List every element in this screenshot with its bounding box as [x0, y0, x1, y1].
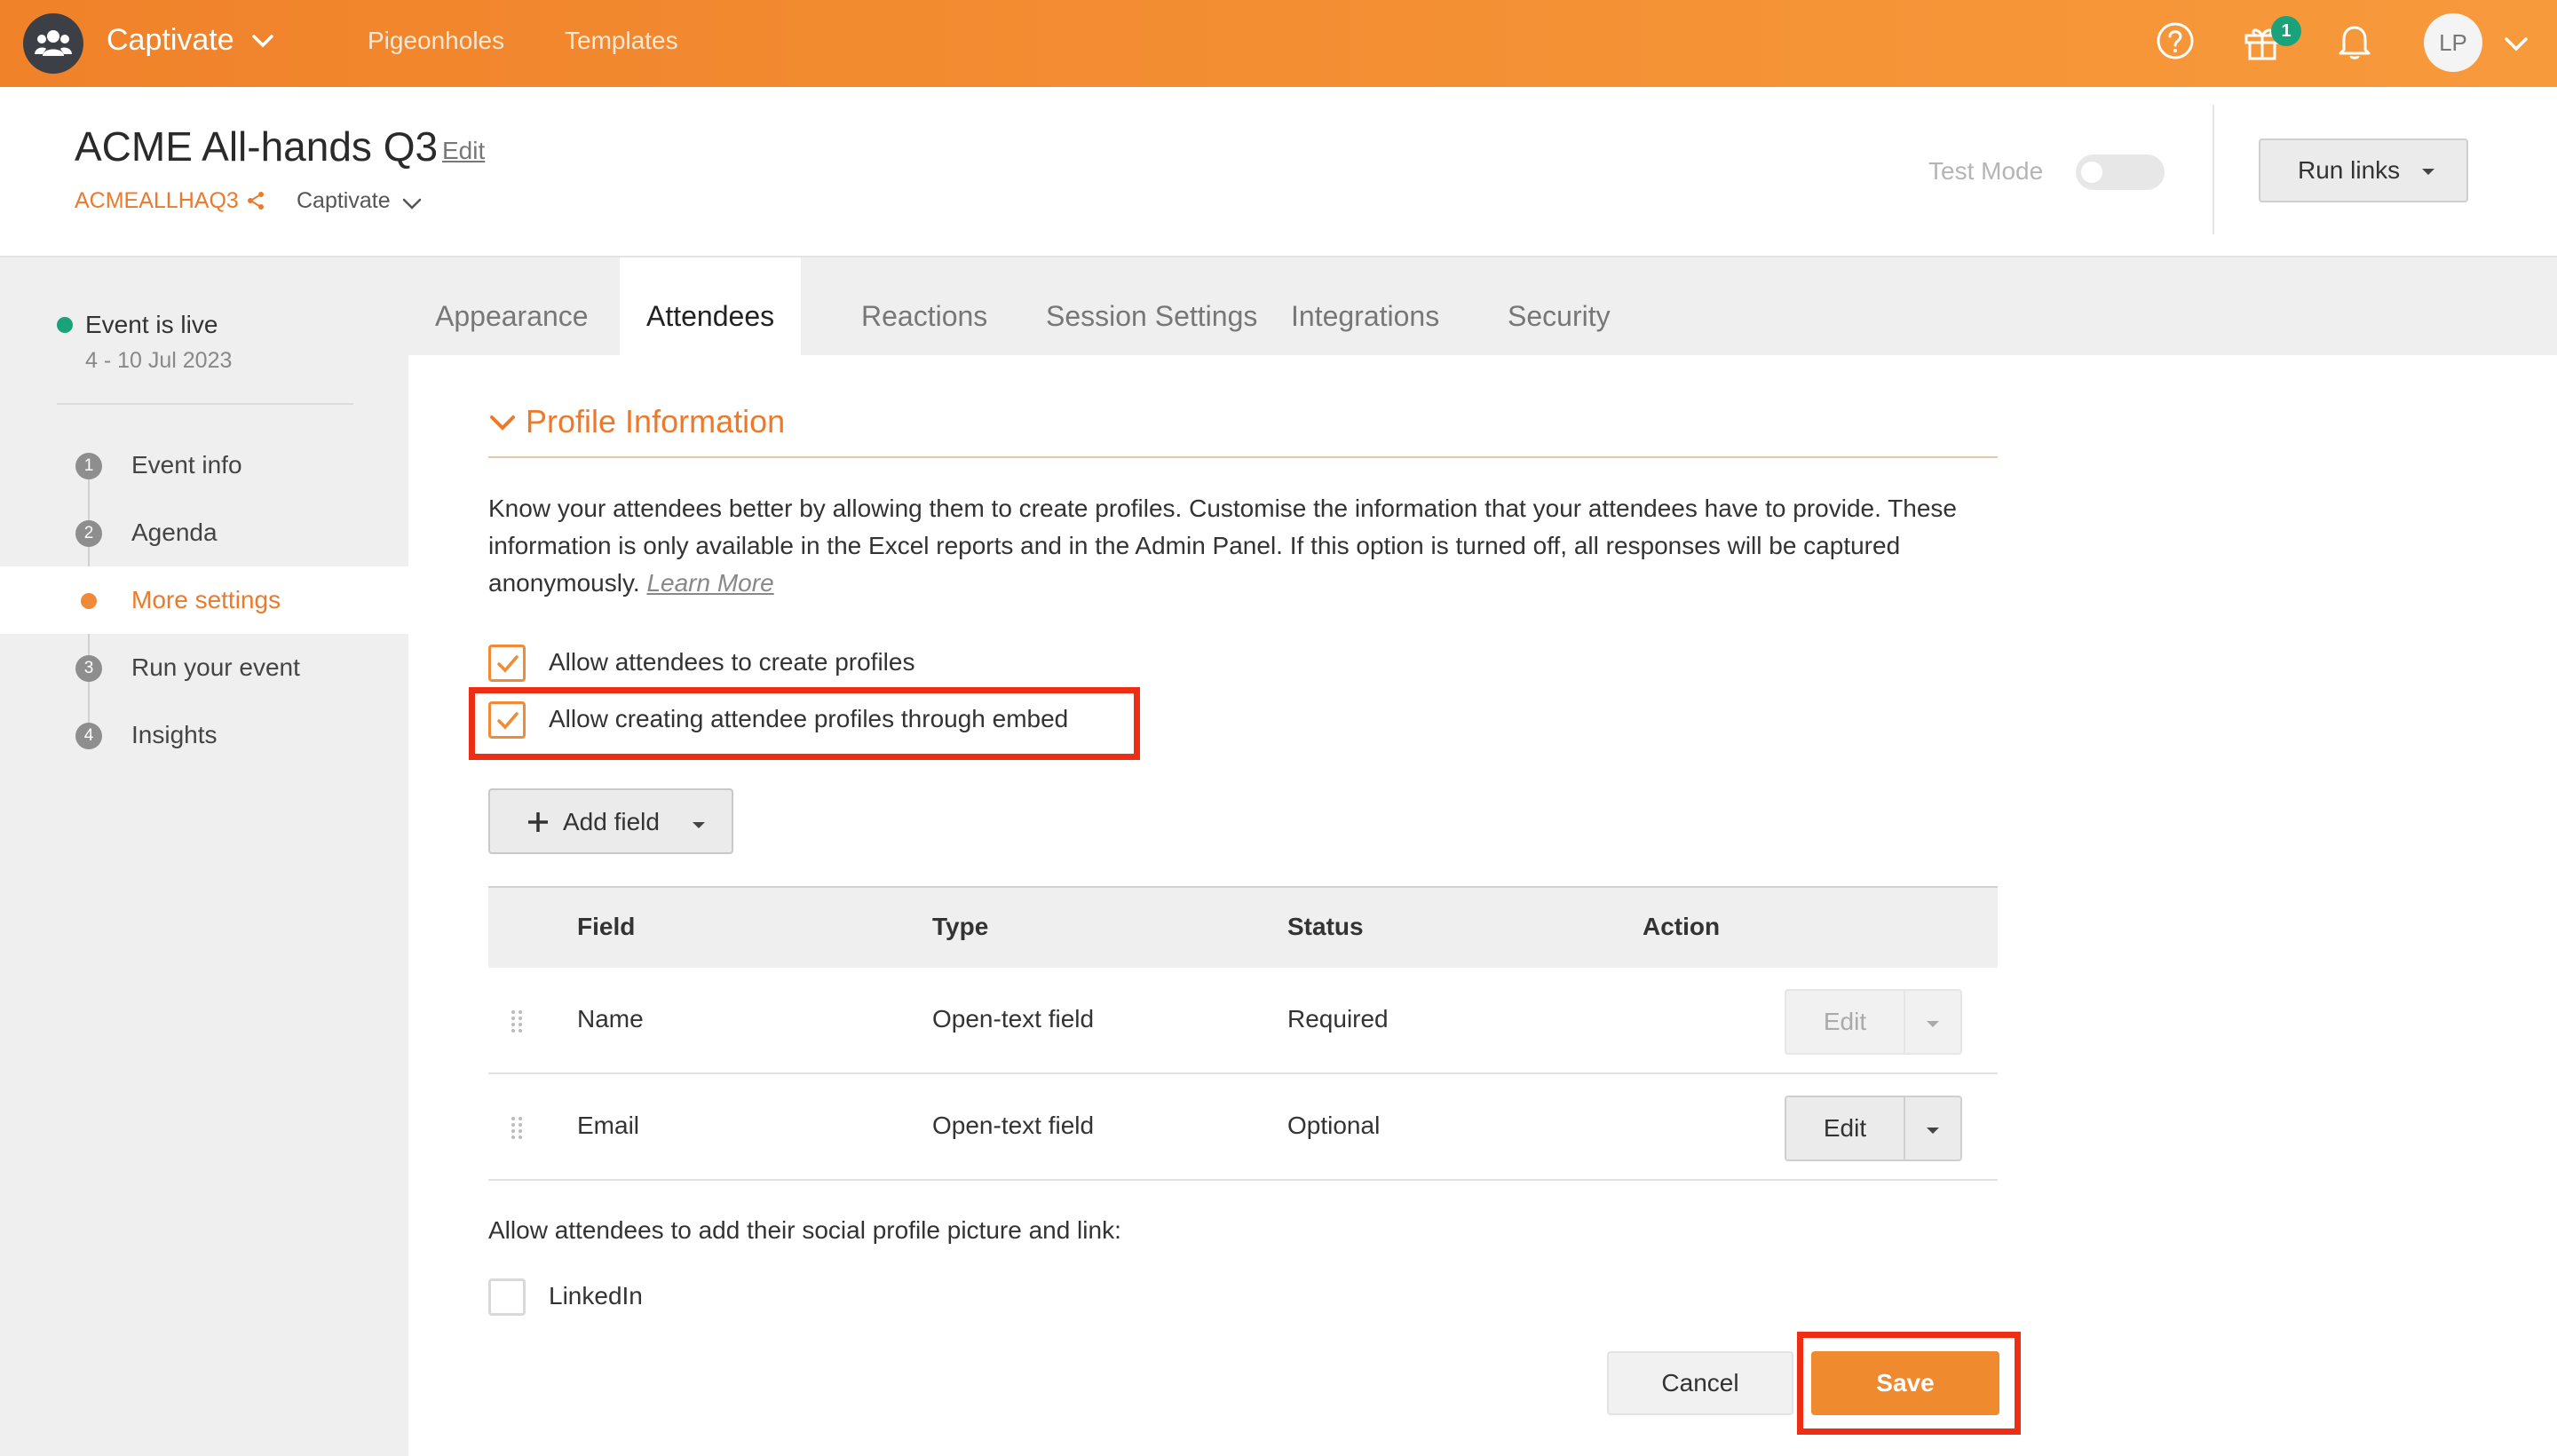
linkedin-checkbox[interactable]: [488, 1278, 526, 1316]
step-number: 2: [75, 520, 102, 547]
chevron-down-icon[interactable]: [2502, 30, 2530, 59]
sidebar-item-insights[interactable]: 4 Insights: [0, 701, 408, 769]
test-mode-label: Test Mode: [1928, 157, 2044, 185]
section-title[interactable]: Profile Information: [526, 403, 785, 440]
allow-profiles-checkbox[interactable]: [488, 645, 526, 682]
caret-down-icon: [693, 822, 705, 828]
divider: [488, 456, 1998, 458]
nav-templates[interactable]: Templates: [565, 27, 678, 55]
tab-attendees[interactable]: Attendees: [620, 257, 802, 355]
drag-handle-icon[interactable]: [510, 1009, 524, 1035]
sidebar-item-label: Event info: [131, 451, 242, 479]
social-profile-label: Allow attendees to add their social prof…: [488, 1216, 1121, 1244]
plus-icon: [528, 812, 548, 832]
highlight-box: [1797, 1332, 2021, 1435]
column-header: Status: [1287, 913, 1364, 940]
step-number: 3: [75, 655, 102, 682]
step-number: 1: [75, 453, 102, 479]
table-row: Email Open-text field Optional Edit: [488, 1074, 1998, 1181]
tab-session-settings[interactable]: Session Settings: [1019, 257, 1284, 355]
highlight-box: [469, 687, 1140, 760]
edit-split-button[interactable]: Edit: [1785, 989, 1962, 1055]
avatar[interactable]: LP: [2424, 13, 2482, 72]
tab-appearance[interactable]: Appearance: [408, 257, 615, 355]
tab-integrations[interactable]: Integrations: [1264, 257, 1466, 355]
nav-pigeonholes[interactable]: Pigeonholes: [368, 27, 504, 55]
page-title: ACME All-hands Q3: [75, 123, 439, 170]
sidebar-item-agenda[interactable]: 2 Agenda: [0, 499, 408, 566]
field-name: Email: [577, 1112, 640, 1139]
run-links-label: Run links: [2298, 156, 2401, 184]
sidebar-item-event-info[interactable]: 1 Event info: [0, 431, 408, 499]
chevron-down-icon[interactable]: [488, 410, 517, 435]
drag-handle-icon[interactable]: [510, 1115, 524, 1142]
run-links-button[interactable]: Run links: [2259, 138, 2468, 202]
sidebar-item-label: Run your event: [131, 653, 300, 681]
allow-profiles-label: Allow attendees to create profiles: [549, 648, 915, 676]
sidebar-item-run-event[interactable]: 3 Run your event: [0, 634, 408, 701]
settings-tabs: Appearance Attendees Reactions Session S…: [408, 257, 2557, 355]
divider: [57, 403, 353, 405]
step-dot: [81, 593, 97, 609]
event-status: Event is live: [85, 311, 218, 338]
column-header: Type: [932, 913, 989, 940]
table-header: Field Type Status Action: [488, 886, 1998, 968]
tab-reactions[interactable]: Reactions: [835, 257, 1014, 355]
edit-title-link[interactable]: Edit: [442, 137, 485, 165]
learn-more-link[interactable]: Learn More: [646, 569, 773, 597]
sidebar-item-label: More settings: [131, 586, 281, 613]
bell-icon[interactable]: [2333, 20, 2376, 62]
linkedin-label: LinkedIn: [549, 1282, 643, 1310]
people-icon[interactable]: [23, 13, 83, 74]
section-description: Know your attendees better by allowing t…: [488, 490, 1998, 602]
chevron-down-icon[interactable]: [401, 195, 423, 213]
field-type: Open-text field: [932, 1005, 1095, 1033]
test-mode-toggle[interactable]: [2076, 154, 2165, 190]
column-header: Field: [577, 913, 636, 940]
field-name: Name: [577, 1005, 644, 1033]
sidebar-item-label: Insights: [131, 721, 218, 748]
field-status: Required: [1287, 1005, 1389, 1033]
share-icon[interactable]: [245, 190, 266, 211]
edit-button[interactable]: Edit: [1786, 991, 1905, 1053]
sidebar-item-label: Agenda: [131, 518, 218, 546]
org-selector[interactable]: Captivate: [297, 188, 391, 214]
event-code[interactable]: ACMEALLHAQ3: [75, 188, 239, 214]
edit-split-button[interactable]: Edit: [1785, 1096, 1962, 1161]
help-icon[interactable]: [2154, 20, 2197, 62]
top-bar: Captivate Pigeonholes Templates 1 LP: [0, 0, 2557, 87]
chevron-down-icon[interactable]: [249, 27, 277, 55]
brand-name[interactable]: Captivate: [107, 23, 234, 58]
add-field-button[interactable]: Add field: [488, 788, 733, 854]
divider: [2213, 105, 2214, 234]
field-type: Open-text field: [932, 1112, 1095, 1139]
table-row: Name Open-text field Required Edit: [488, 968, 1998, 1074]
caret-down-icon[interactable]: [1925, 1019, 1941, 1030]
tab-security[interactable]: Security: [1481, 257, 1637, 355]
event-header: ACME All-hands Q3 Edit ACMEALLHAQ3 Capti…: [0, 87, 2557, 257]
column-header: Action: [1643, 913, 1721, 940]
edit-button[interactable]: Edit: [1786, 1097, 1905, 1159]
live-status-dot: [57, 317, 73, 333]
check-icon: [497, 655, 519, 673]
main-content: Profile Information Know your attendees …: [408, 355, 2557, 1456]
notification-badge: 1: [2271, 16, 2301, 46]
sidebar-item-more-settings[interactable]: More settings: [0, 566, 408, 634]
caret-down-icon: [2422, 169, 2434, 175]
cancel-button[interactable]: Cancel: [1607, 1351, 1793, 1415]
field-status: Optional: [1287, 1112, 1381, 1139]
event-dates: 4 - 10 Jul 2023: [85, 348, 233, 373]
toggle-knob: [2081, 162, 2102, 183]
add-field-label: Add field: [563, 808, 660, 835]
caret-down-icon[interactable]: [1925, 1126, 1941, 1136]
step-number: 4: [75, 723, 102, 749]
